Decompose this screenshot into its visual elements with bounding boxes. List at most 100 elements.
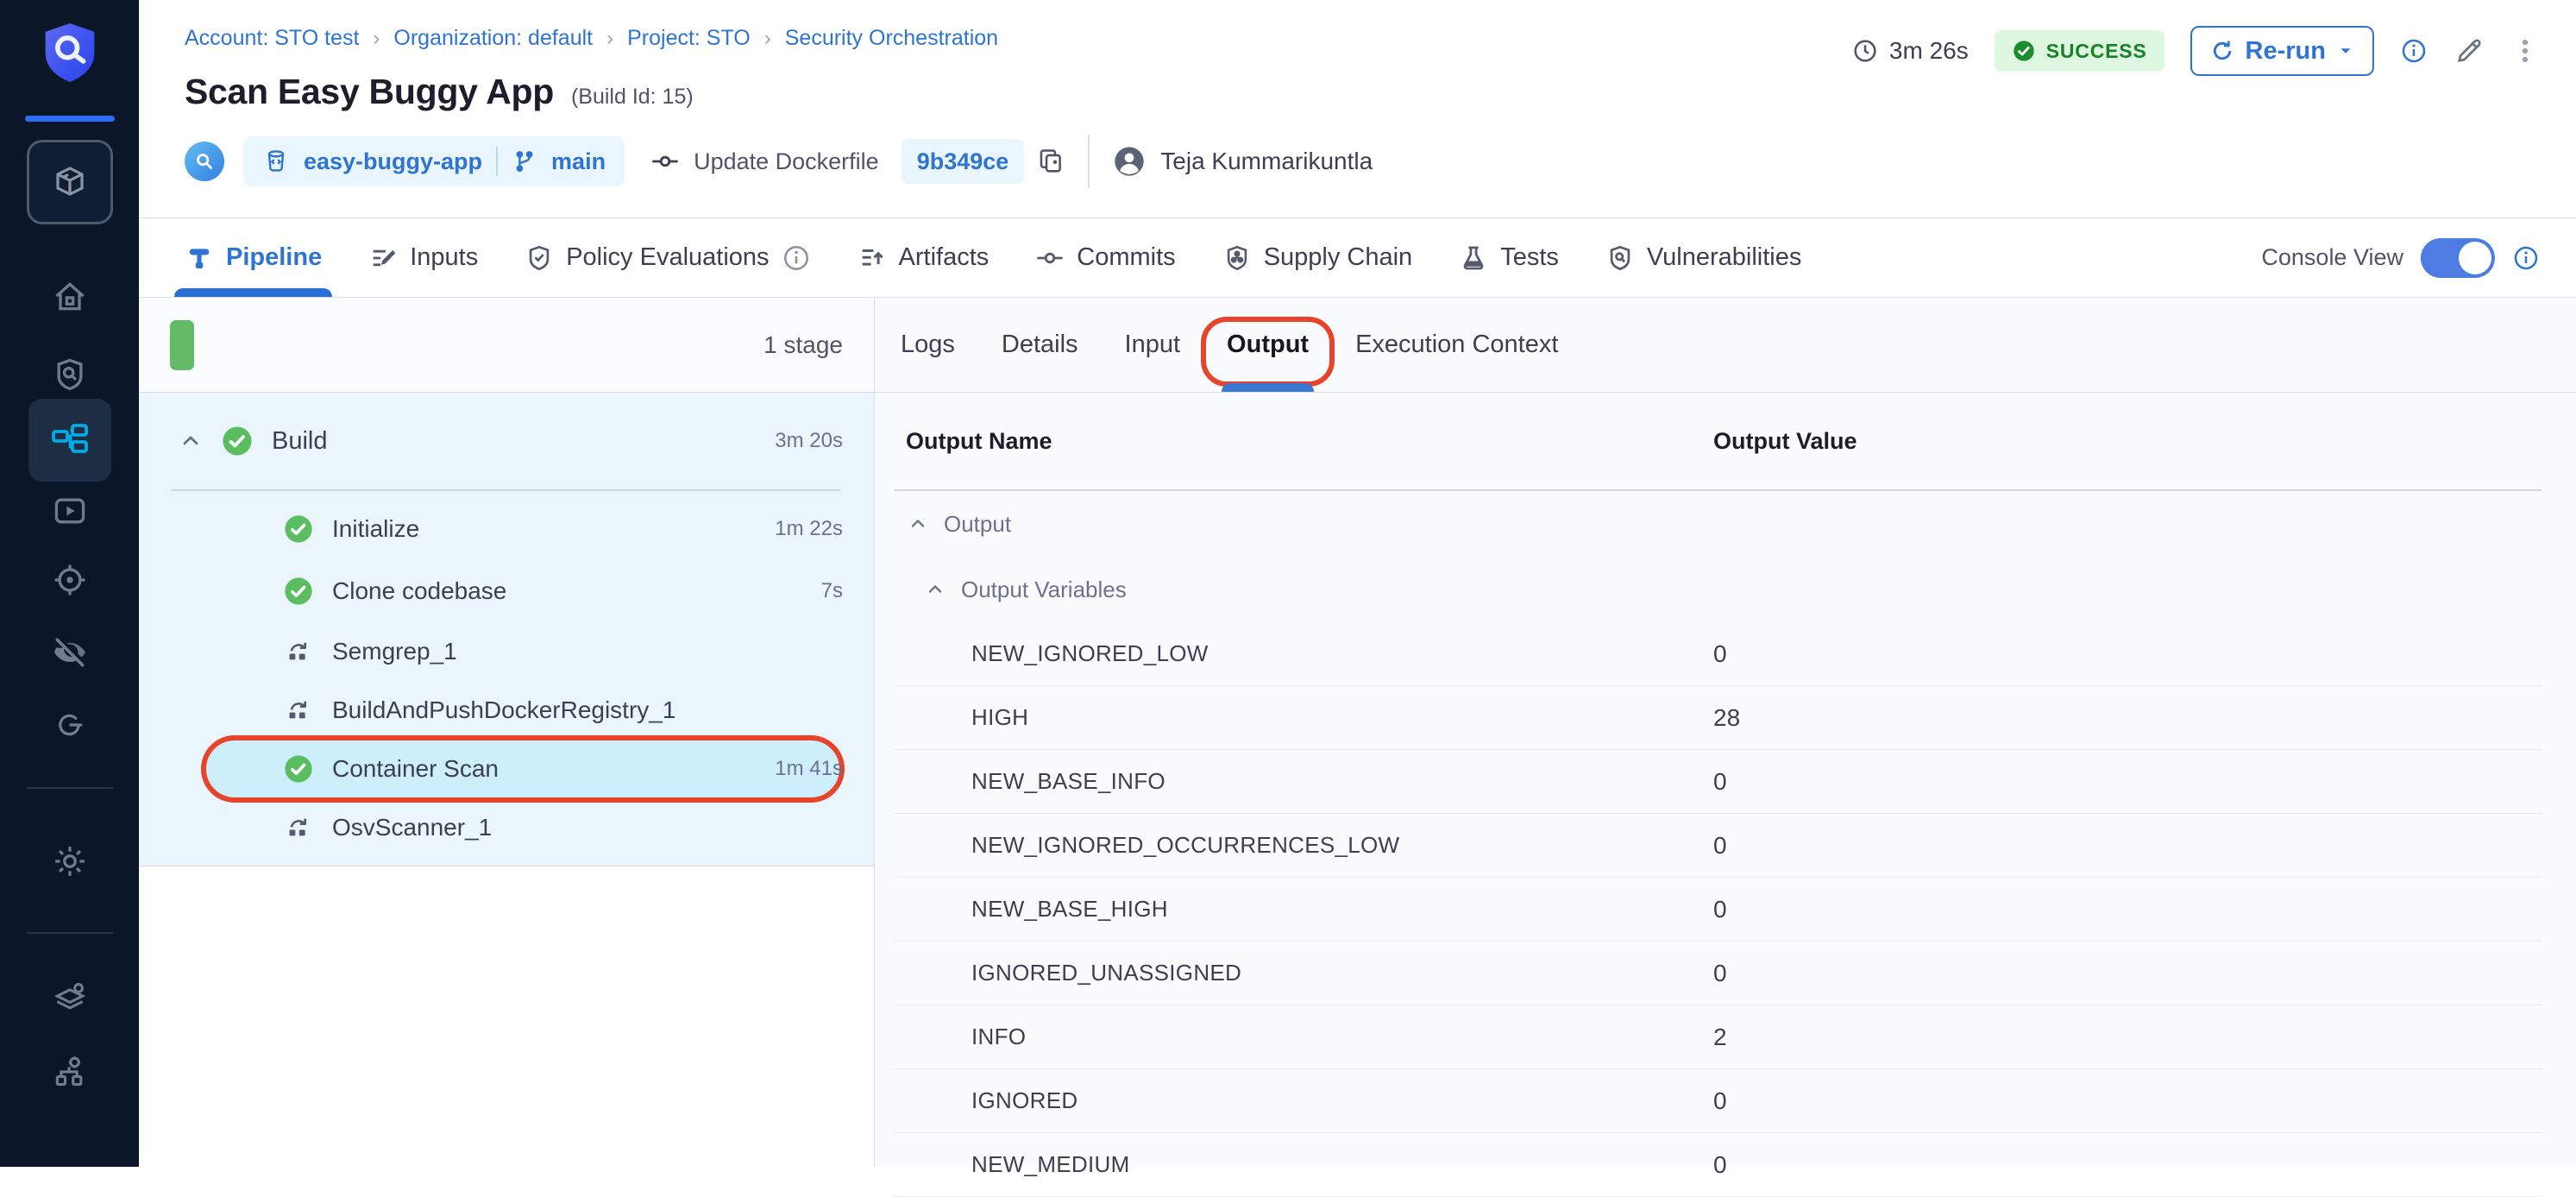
chevron-up-icon — [179, 429, 203, 453]
dtab-logs[interactable]: Logs — [901, 298, 955, 392]
step-row-osvscanner[interactable]: OsvScanner_1 — [139, 798, 874, 857]
more-options-kebab-menu[interactable] — [2510, 36, 2540, 66]
executions-icon[interactable] — [47, 488, 92, 533]
table-row: IGNORED_UNASSIGNED0 — [894, 942, 2541, 1005]
status-badge: SUCCESS — [1995, 30, 2164, 72]
table-row: NEW_MEDIUM0 — [894, 1133, 2541, 1197]
tests-flask-icon — [1459, 243, 1488, 273]
pipelines-nav-active[interactable] — [28, 399, 111, 482]
exemptions-eye-off-icon[interactable] — [47, 630, 92, 675]
left-nav-sidebar — [0, 0, 139, 1167]
stage-minimap-chip[interactable] — [170, 320, 194, 370]
step-row-container-scan[interactable]: Container Scan 1m 41s — [139, 740, 874, 798]
copy-sha-button[interactable] — [1036, 147, 1065, 176]
step-detail-tabs: Logs Details Input Output Execution Cont… — [875, 298, 2576, 393]
avatar-icon — [1112, 144, 1147, 179]
table-row: NEW_IGNORED_LOW0 — [894, 622, 2541, 686]
stage-row-build[interactable]: Build 3m 20s — [139, 393, 874, 489]
targets-icon[interactable] — [47, 558, 92, 602]
tab-pipeline[interactable]: Pipeline — [185, 218, 322, 297]
branch-name[interactable]: main — [551, 148, 606, 175]
group-row-output[interactable]: Output — [894, 491, 2541, 557]
tab-policy-evaluations[interactable]: Policy Evaluations — [525, 218, 810, 297]
stage-build-tree: Build 3m 20s Initialize 1m 22s Clone cod… — [139, 393, 874, 866]
sidebar-divider — [27, 932, 113, 934]
execution-tree-panel: 1 stage Build 3m 20s Initialize 1m 22s — [139, 298, 875, 1167]
commits-icon — [1035, 243, 1065, 273]
get-started-icon[interactable] — [47, 702, 92, 747]
sidebar-divider — [27, 787, 113, 789]
breadcrumb-organization[interactable]: Organization: default — [393, 26, 593, 51]
breadcrumb-separator: › — [373, 27, 380, 51]
repository-icon — [262, 148, 290, 175]
success-check-icon — [284, 514, 313, 544]
step-row-clone-codebase[interactable]: Clone codebase 7s — [139, 560, 874, 622]
commit-sha-pill[interactable]: 9b349ce — [902, 139, 1025, 184]
pipeline-tab-icon — [185, 243, 214, 273]
console-info-icon[interactable] — [2512, 244, 2540, 272]
pipelines-icon — [49, 419, 91, 461]
breadcrumb-project[interactable]: Project: STO — [627, 26, 751, 51]
policy-shield-icon — [525, 243, 554, 273]
table-row: INFO2 — [894, 1005, 2541, 1069]
group-row-output-variables[interactable]: Output Variables — [894, 557, 2541, 622]
step-row-initialize[interactable]: Initialize 1m 22s — [139, 498, 874, 560]
caret-down-icon — [2336, 41, 2355, 60]
table-header-row: Output Name Output Value — [894, 393, 2541, 491]
build-id-label: (Build Id: 15) — [571, 85, 694, 110]
dtab-output[interactable]: Output — [1227, 298, 1309, 392]
breadcrumb-account[interactable]: Account: STO test — [185, 26, 359, 51]
author-name: Teja Kummarikuntla — [1160, 148, 1373, 175]
rerun-button[interactable]: Re-run — [2190, 26, 2374, 76]
vulnerabilities-shield-icon — [1605, 243, 1635, 273]
default-settings-layers-icon[interactable] — [47, 975, 92, 1020]
tab-tests[interactable]: Tests — [1459, 218, 1559, 297]
sto-shield-logo-icon[interactable] — [41, 19, 99, 86]
step-row-semgrep[interactable]: Semgrep_1 — [139, 622, 874, 681]
refresh-icon — [2209, 38, 2235, 64]
scans-shield-icon[interactable] — [47, 352, 92, 397]
table-row: IGNORED0 — [894, 1069, 2541, 1133]
dtab-execution-context[interactable]: Execution Context — [1355, 298, 1558, 392]
org-settings-network-icon[interactable] — [47, 1049, 92, 1093]
repo-name[interactable]: easy-buggy-app — [304, 148, 482, 175]
clock-icon — [1851, 37, 1879, 65]
edit-pipeline-button[interactable] — [2453, 35, 2485, 66]
loop-group-icon — [284, 813, 313, 842]
breadcrumb-module[interactable]: Security Orchestration — [785, 26, 998, 51]
git-branch-icon — [512, 148, 537, 174]
dtab-input[interactable]: Input — [1125, 298, 1181, 392]
rerun-info-icon[interactable] — [2400, 37, 2428, 65]
artifacts-icon — [858, 243, 887, 273]
step-detail-panel: Logs Details Input Output Execution Cont… — [875, 298, 2576, 1167]
chevron-up-icon — [925, 579, 946, 600]
stage-count-label: 1 stage — [763, 331, 843, 359]
success-check-icon — [222, 425, 253, 457]
table-row: NEW_IGNORED_OCCURRENCES_LOW0 — [894, 814, 2541, 878]
chevron-up-icon — [908, 513, 928, 534]
inputs-icon — [368, 243, 398, 273]
home-icon[interactable] — [47, 274, 92, 319]
breadcrumb-separator: › — [764, 27, 771, 51]
success-check-icon — [284, 754, 313, 784]
breadcrumb-separator: › — [606, 27, 613, 51]
repo-branch-pill[interactable]: easy-buggy-app main — [243, 136, 625, 186]
dtab-details[interactable]: Details — [1002, 298, 1078, 392]
pencil-icon — [2453, 35, 2485, 66]
tab-inputs[interactable]: Inputs — [368, 218, 478, 297]
step-row-buildandpushdockerregistry[interactable]: BuildAndPushDockerRegistry_1 — [139, 681, 874, 740]
commit-icon — [650, 147, 680, 176]
module-cube-icon — [49, 161, 91, 203]
copy-icon — [1036, 147, 1065, 176]
settings-gear-icon[interactable] — [47, 839, 92, 884]
tab-supply-chain[interactable]: Supply Chain — [1222, 218, 1413, 297]
tab-commits[interactable]: Commits — [1035, 218, 1175, 297]
module-selector-button[interactable] — [27, 140, 113, 224]
trigger-webhook-icon — [185, 142, 224, 181]
success-check-icon — [284, 576, 313, 606]
tab-vulnerabilities[interactable]: Vulnerabilities — [1605, 218, 1801, 297]
tab-artifacts[interactable]: Artifacts — [858, 218, 990, 297]
supply-chain-shield-icon — [1222, 243, 1252, 273]
commit-message[interactable]: Update Dockerfile — [694, 148, 879, 175]
console-view-toggle[interactable] — [2421, 238, 2495, 278]
